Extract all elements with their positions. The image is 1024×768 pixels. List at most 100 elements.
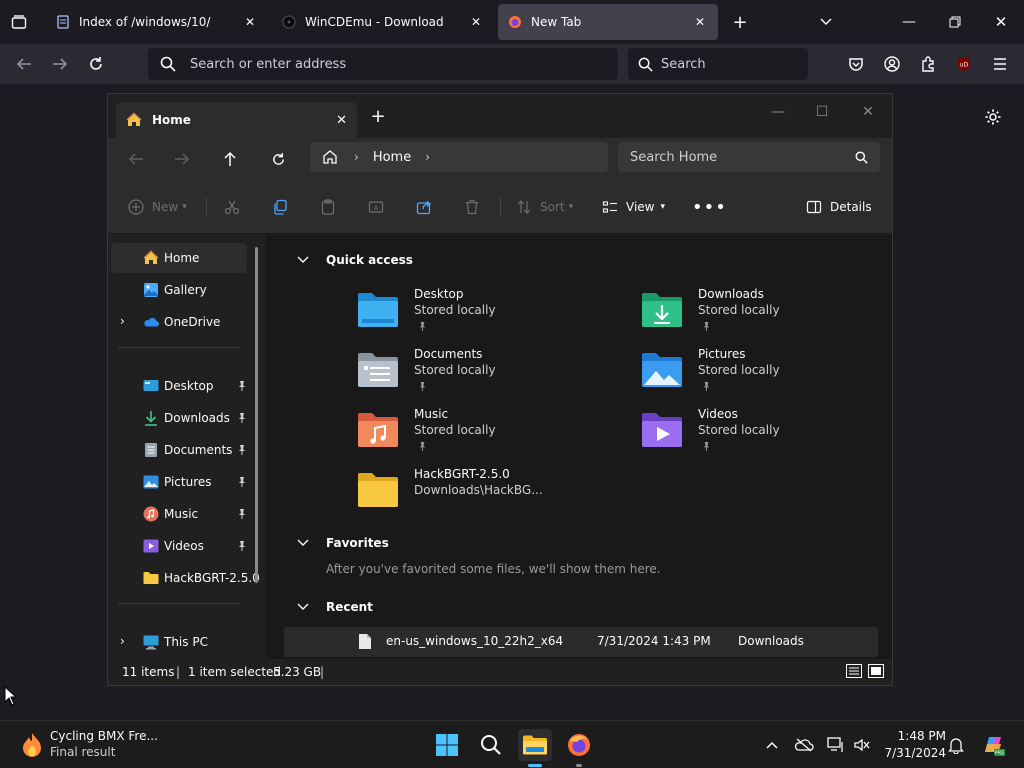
tab-close-icon[interactable]: ✕ (692, 15, 708, 29)
file-explorer-taskbar-button[interactable] (518, 729, 552, 767)
search-bar[interactable] (628, 48, 808, 80)
quick-access-downloads[interactable]: Downloads Stored locally (640, 287, 880, 343)
table-row[interactable]: en-us_windows_10_22h2_x64 7/31/2024 1:43… (284, 627, 878, 657)
folder-icon (358, 473, 398, 507)
tiles-view-icon[interactable] (868, 664, 884, 681)
quick-access-pictures[interactable]: Pictures Stored locally (640, 347, 880, 403)
clock[interactable]: 1:48 PM 7/31/2024 (880, 729, 946, 760)
pin-icon[interactable] (237, 412, 247, 424)
address-box[interactable]: › Home › (310, 142, 608, 172)
explorer-command-bar: New ▾ A Sort ▾ View ▾ ••• Details (108, 180, 892, 234)
videos-icon (143, 538, 159, 554)
start-button[interactable] (430, 729, 464, 761)
search-home-input[interactable] (630, 149, 855, 165)
pin-icon[interactable] (237, 476, 247, 488)
chevron-up-icon[interactable] (762, 735, 782, 755)
quick-access-hackbgrt[interactable]: HackBGRT-2.5.0 Downloads\HackBG... (356, 467, 596, 523)
copy-icon[interactable] (272, 194, 288, 220)
quick-access-header[interactable]: Quick access (297, 250, 413, 270)
svg-text:A: A (374, 204, 379, 212)
gear-icon[interactable] (982, 106, 1004, 128)
nav-item-gallery[interactable]: Gallery (111, 275, 247, 305)
cut-icon[interactable] (224, 194, 240, 220)
nav-item-music[interactable]: Music (111, 499, 247, 529)
search-input[interactable] (661, 56, 801, 72)
sort-button[interactable]: Sort ▾ (516, 194, 573, 220)
url-input[interactable] (190, 56, 590, 72)
recent-header[interactable]: Recent (297, 597, 373, 617)
paste-icon[interactable] (320, 194, 336, 220)
browser-tab-3[interactable]: New Tab ✕ (498, 4, 718, 40)
list-all-tabs-icon[interactable] (814, 12, 838, 32)
url-bar[interactable] (148, 48, 618, 80)
nav-item-this-pc[interactable]: This PC (111, 627, 247, 657)
chevron-right-icon[interactable]: › (425, 150, 430, 164)
browser-tab-1[interactable]: Index of /windows/10/ ✕ (46, 4, 268, 40)
rename-icon[interactable]: A (368, 194, 384, 220)
nav-item-desktop[interactable]: Desktop (111, 371, 247, 401)
new-tab-button[interactable]: + (728, 10, 752, 34)
hamburger-menu-icon[interactable] (989, 54, 1011, 74)
new-button[interactable]: New ▾ (128, 194, 187, 220)
quick-access-videos[interactable]: Videos Stored locally (640, 407, 880, 463)
restore-button[interactable] (944, 12, 966, 32)
tab-close-icon[interactable]: ✕ (242, 15, 258, 29)
nav-item-videos[interactable]: Videos (111, 531, 247, 561)
tab-close-icon[interactable]: ✕ (468, 15, 484, 29)
details-button[interactable]: Details (806, 194, 872, 220)
nav-item-pictures[interactable]: Pictures (111, 467, 247, 497)
extensions-icon[interactable] (917, 54, 939, 74)
account-icon[interactable] (881, 54, 903, 74)
quick-access-desktop[interactable]: Desktop Stored locally (356, 287, 596, 343)
quick-access-music[interactable]: Music Stored locally (356, 407, 596, 463)
explorer-new-tab-button[interactable]: + (364, 102, 392, 130)
details-view-icon[interactable] (846, 664, 862, 681)
forward-arrow-icon[interactable] (48, 54, 72, 74)
refresh-icon[interactable] (262, 145, 294, 173)
nav-item-documents[interactable]: Documents (111, 435, 247, 465)
browser-tab-2[interactable]: WinCDEmu - Download ✕ (272, 4, 494, 40)
onedrive-offline-icon[interactable] (794, 735, 814, 755)
favorites-header[interactable]: Favorites (297, 533, 389, 553)
explorer-maximize-button[interactable]: ☐ (800, 98, 844, 126)
search-button[interactable] (474, 729, 508, 761)
tab-overview-icon[interactable] (8, 12, 30, 32)
nav-item-onedrive[interactable]: OneDrive (111, 307, 247, 337)
close-window-button[interactable]: ✕ (990, 12, 1012, 32)
nav-item-home[interactable]: Home (111, 243, 247, 273)
ublock-icon[interactable]: uD (954, 54, 974, 74)
explorer-close-button[interactable]: ✕ (846, 98, 890, 126)
share-icon[interactable] (416, 194, 432, 220)
copilot-icon[interactable]: PRE (980, 731, 1006, 759)
back-arrow-icon[interactable] (120, 145, 152, 173)
volume-muted-icon[interactable] (852, 735, 872, 755)
reload-icon[interactable] (84, 54, 108, 74)
explorer-tab-home[interactable]: Home ✕ (116, 102, 357, 138)
file-explorer-window: Home ✕ + — ☐ ✕ › Home › Search Home New … (107, 93, 893, 686)
more-options-icon[interactable]: ••• (692, 194, 727, 220)
up-arrow-icon[interactable] (214, 145, 246, 173)
firefox-taskbar-button[interactable] (562, 729, 596, 767)
breadcrumb[interactable]: Home (373, 150, 411, 165)
weather-widget[interactable]: Cycling BMX Fre... Final result (18, 727, 168, 763)
notification-bell-icon[interactable] (946, 735, 966, 755)
forward-arrow-icon[interactable] (166, 145, 198, 173)
delete-icon[interactable] (464, 194, 480, 220)
nav-scrollbar[interactable] (255, 247, 258, 583)
close-icon[interactable]: ✕ (336, 113, 347, 128)
search-home-box[interactable] (618, 142, 880, 172)
pin-icon[interactable] (237, 540, 247, 552)
nav-item-downloads[interactable]: Downloads (111, 403, 247, 433)
home-icon (126, 112, 142, 126)
minimize-button[interactable]: — (898, 12, 920, 32)
pin-icon[interactable] (237, 444, 247, 456)
pin-icon[interactable] (237, 380, 247, 392)
pin-icon[interactable] (237, 508, 247, 520)
explorer-minimize-button[interactable]: — (756, 98, 800, 126)
pocket-icon[interactable] (845, 54, 867, 74)
view-button[interactable]: View ▾ (602, 194, 665, 220)
network-icon[interactable] (826, 735, 846, 755)
back-arrow-icon[interactable] (12, 54, 36, 74)
nav-item-hackbgrt[interactable]: HackBGRT-2.5.0 (111, 563, 260, 593)
quick-access-documents[interactable]: Documents Stored locally (356, 347, 596, 403)
